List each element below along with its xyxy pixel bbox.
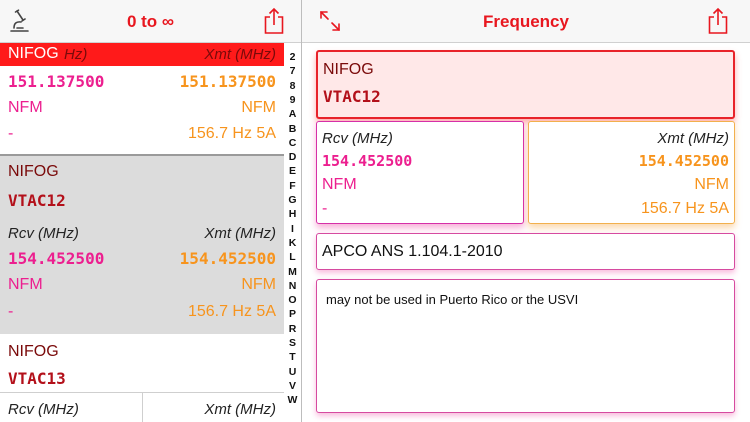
xmt-tone: 156.7 Hz 5A xyxy=(640,200,729,217)
index-letter[interactable]: G xyxy=(284,193,301,207)
index-letter[interactable]: F xyxy=(284,179,301,193)
list-item-channel: VTAC12 xyxy=(8,191,66,210)
index-letter[interactable]: R xyxy=(284,322,301,336)
channel-list[interactable]: NIFOG Hz) Xmt (MHz) 151.137500 151.13750… xyxy=(0,43,284,422)
notes-text: may not be used in Puerto Rico or the US… xyxy=(326,292,579,307)
index-letter[interactable]: B xyxy=(284,122,301,136)
rcv-mode: NFM xyxy=(8,99,43,116)
rcv-tone: - xyxy=(8,303,14,320)
xmt-mode: NFM xyxy=(694,176,729,193)
notes-card: may not be used in Puerto Rico or the US… xyxy=(316,279,735,413)
list-item-agency[interactable]: NIFOG xyxy=(8,343,59,361)
detail-channel: VTAC12 xyxy=(323,87,381,106)
index-letter[interactable]: V xyxy=(284,379,301,393)
xmt-label: Xmt (MHz) xyxy=(204,225,276,242)
rcv-frequency: 151.137500 xyxy=(8,72,105,91)
index-letter[interactable]: S xyxy=(284,336,301,350)
index-letter[interactable]: T xyxy=(284,350,301,364)
rcv-frequency: 154.452500 xyxy=(322,152,413,170)
rcv-label: Rcv (MHz) xyxy=(322,130,393,147)
detail-navigation-bar: Frequency xyxy=(302,0,750,43)
xmt-frequency: 154.452500 xyxy=(179,249,276,268)
rcv-frequency: 154.452500 xyxy=(8,249,105,268)
detail-agency: NIFOG xyxy=(323,61,374,78)
xmt-frequency: 151.137500 xyxy=(179,72,276,91)
index-letter[interactable]: 7 xyxy=(284,64,301,78)
rcv-tone: - xyxy=(8,125,14,142)
index-letter[interactable]: A xyxy=(284,107,301,121)
rcv-label: Rcv (MHz) xyxy=(8,225,79,242)
list-item-agency: NIFOG xyxy=(8,163,59,180)
transmit-card: Xmt (MHz) 154.452500 NFM 156.7 Hz 5A xyxy=(528,121,735,224)
standard-text: APCO ANS 1.104.1-2010 xyxy=(322,243,503,260)
index-letter[interactable]: M xyxy=(284,265,301,279)
index-letter[interactable]: P xyxy=(284,307,301,321)
index-letter[interactable]: K xyxy=(284,236,301,250)
section-index[interactable]: 2789ABCDEFGHIKLMNOPRSTUVW xyxy=(284,43,301,422)
xmt-mode: NFM xyxy=(241,99,276,116)
index-letter[interactable]: H xyxy=(284,207,301,221)
list-title: 0 to ∞ xyxy=(126,12,175,31)
xmt-label: Xmt (MHz) xyxy=(657,130,729,147)
list-item-agency[interactable]: NIFOG xyxy=(8,45,59,63)
list-item-channel[interactable]: VTAC13 xyxy=(8,369,66,388)
xmt-label: Xmt (MHz) xyxy=(204,46,276,63)
index-letter[interactable]: 9 xyxy=(284,93,301,107)
index-letter[interactable]: I xyxy=(284,222,301,236)
index-letter[interactable]: E xyxy=(284,164,301,178)
index-letter[interactable]: W xyxy=(284,393,301,407)
index-letter[interactable]: O xyxy=(284,293,301,307)
index-letter[interactable]: C xyxy=(284,136,301,150)
index-letter[interactable]: 2 xyxy=(284,50,301,64)
rcv-label: Hz) xyxy=(64,46,88,63)
rcv-mode: NFM xyxy=(322,176,357,193)
xmt-tone: 156.7 Hz 5A xyxy=(187,303,276,320)
xmt-label: Xmt (MHz) xyxy=(204,401,276,418)
share-icon[interactable] xyxy=(706,7,730,35)
detail-title: Frequency xyxy=(483,12,569,31)
frequency-detail-panel: Frequency NIFOG VTAC12 Rcv (MHz) 154.452… xyxy=(302,0,750,422)
list-navigation-bar: 0 to ∞ xyxy=(0,0,301,43)
channel-list-panel: 0 to ∞ NIFOG Hz) Xmt (MHz) 151.137500 15… xyxy=(0,0,301,422)
xmt-tone: 156.7 Hz 5A xyxy=(187,125,276,142)
index-letter[interactable]: L xyxy=(284,250,301,264)
share-icon[interactable] xyxy=(262,7,286,35)
xmt-frequency: 154.452500 xyxy=(638,152,729,170)
standard-card: APCO ANS 1.104.1-2010 xyxy=(316,233,735,270)
column-divider xyxy=(142,393,143,422)
rcv-mode: NFM xyxy=(8,276,43,293)
rcv-tone: - xyxy=(322,200,328,217)
index-letter[interactable]: D xyxy=(284,150,301,164)
channel-name-card: NIFOG VTAC12 xyxy=(316,50,735,119)
index-letter[interactable]: N xyxy=(284,279,301,293)
receive-card: Rcv (MHz) 154.452500 NFM - xyxy=(316,121,524,224)
xmt-mode: NFM xyxy=(241,276,276,293)
index-letter[interactable]: 8 xyxy=(284,79,301,93)
index-letter[interactable]: U xyxy=(284,365,301,379)
rcv-label: Rcv (MHz) xyxy=(8,401,79,418)
